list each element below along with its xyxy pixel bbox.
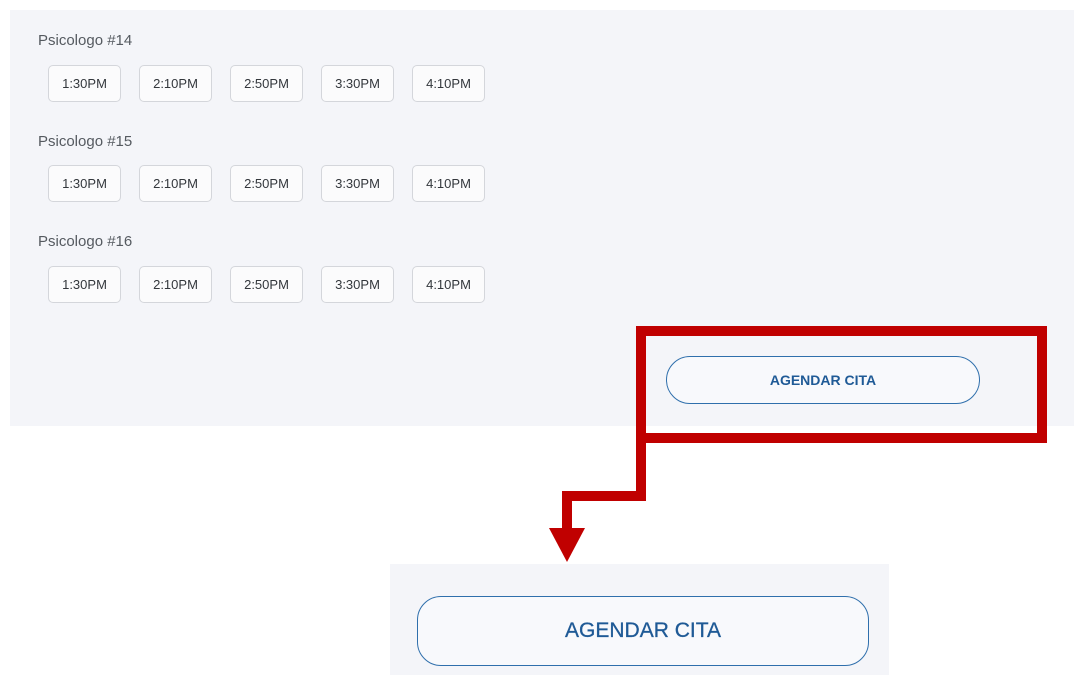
psychologist-14-slots: 1:30PM 2:10PM 2:50PM 3:30PM 4:10PM (48, 65, 485, 102)
schedule-panel: Psicologo #14 1:30PM 2:10PM 2:50PM 3:30P… (10, 10, 1074, 426)
time-slot-button[interactable]: 2:10PM (139, 165, 212, 202)
time-slot-button[interactable]: 1:30PM (48, 266, 121, 303)
psychologist-16-title: Psicologo #16 (38, 233, 133, 250)
time-slot-button[interactable]: 4:10PM (412, 266, 485, 303)
screenshot-stage: Psicologo #14 1:30PM 2:10PM 2:50PM 3:30P… (0, 0, 1074, 675)
time-slot-button[interactable]: 3:30PM (321, 65, 394, 102)
time-slot-button[interactable]: 2:50PM (230, 65, 303, 102)
psychologist-15-slots: 1:30PM 2:10PM 2:50PM 3:30PM 4:10PM (48, 165, 485, 202)
time-slot-button[interactable]: 1:30PM (48, 65, 121, 102)
time-slot-button[interactable]: 2:50PM (230, 165, 303, 202)
psychologist-16-slots: 1:30PM 2:10PM 2:50PM 3:30PM 4:10PM (48, 266, 485, 303)
time-slot-button[interactable]: 3:30PM (321, 165, 394, 202)
schedule-appointment-button-zoomed[interactable]: AGENDAR CITA (417, 596, 869, 666)
psychologist-14-title: Psicologo #14 (38, 32, 133, 49)
time-slot-button[interactable]: 1:30PM (48, 165, 121, 202)
time-slot-button[interactable]: 4:10PM (412, 65, 485, 102)
time-slot-button[interactable]: 2:10PM (139, 65, 212, 102)
psychologist-15-title: Psicologo #15 (38, 133, 133, 150)
zoom-callout: AGENDAR CITA (390, 564, 889, 675)
time-slot-button[interactable]: 2:10PM (139, 266, 212, 303)
time-slot-button[interactable]: 3:30PM (321, 266, 394, 303)
schedule-appointment-button[interactable]: AGENDAR CITA (666, 356, 980, 404)
time-slot-button[interactable]: 2:50PM (230, 266, 303, 303)
time-slot-button[interactable]: 4:10PM (412, 165, 485, 202)
